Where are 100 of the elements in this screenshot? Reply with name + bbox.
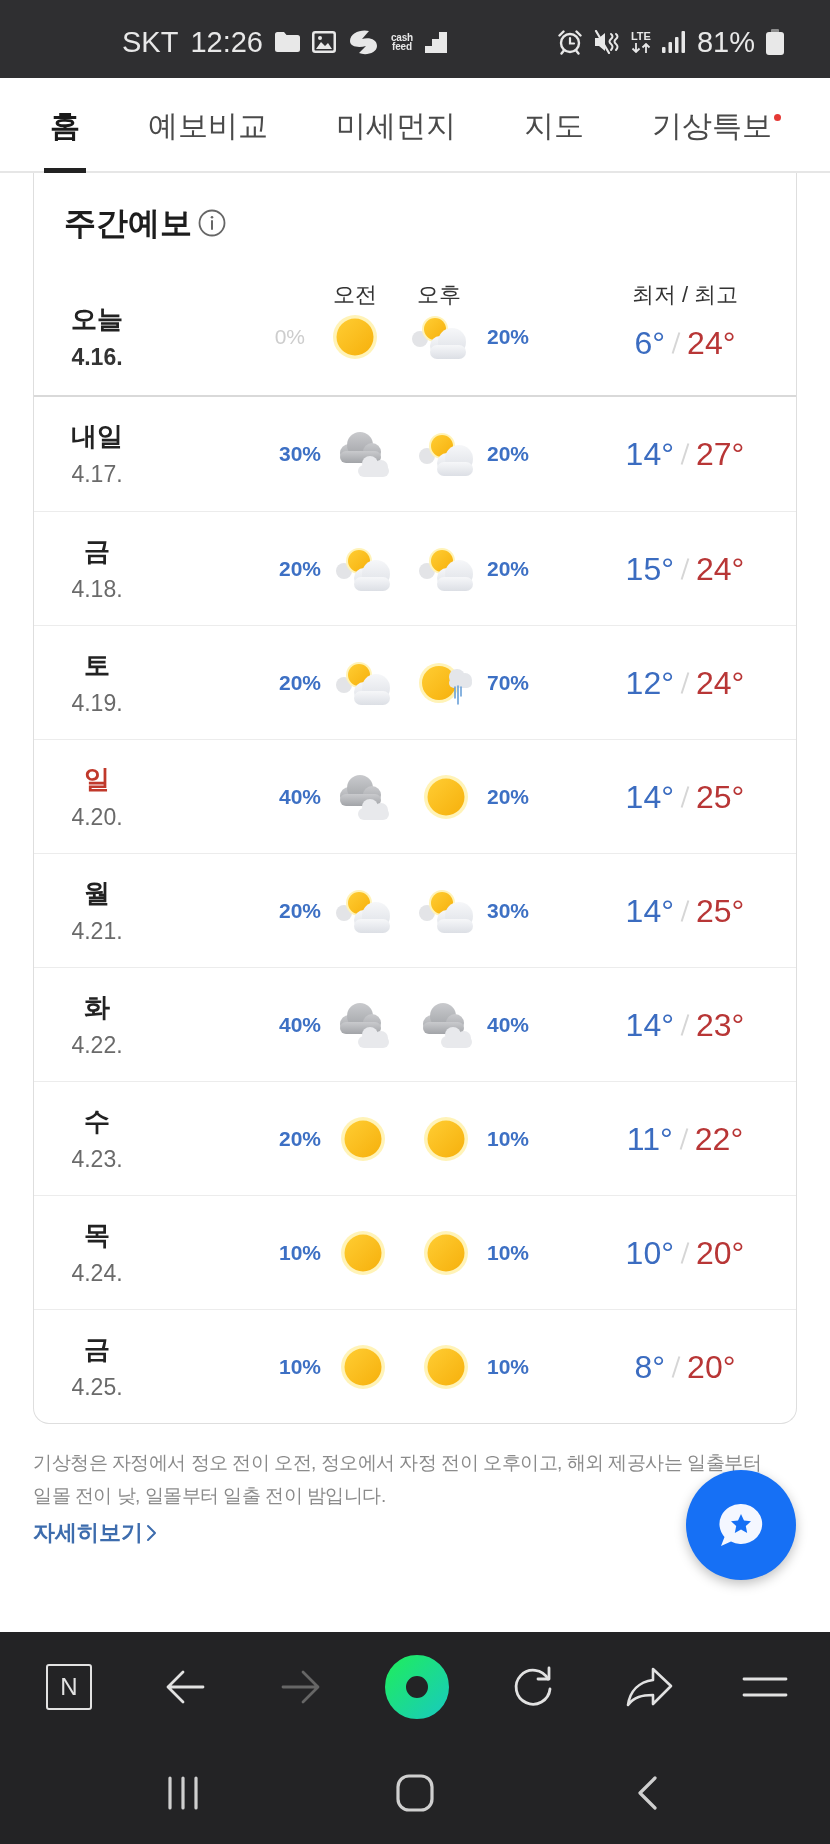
- high-temperature: 20°: [696, 1233, 745, 1273]
- date-text: 4.20.: [71, 802, 123, 832]
- high-temperature: 24°: [696, 663, 745, 703]
- more-link[interactable]: 자세히보기: [33, 1516, 157, 1550]
- rain-chance: 20%: [487, 324, 530, 350]
- rain-chance: 10%: [278, 1239, 321, 1266]
- day-name: 토: [84, 648, 110, 682]
- rain-chance: 20%: [278, 1125, 321, 1152]
- rain-chance: 30%: [487, 897, 530, 924]
- sun-icon: [341, 1116, 385, 1161]
- rain-chance: 20%: [487, 555, 530, 582]
- low-temperature: 10°: [625, 1233, 674, 1273]
- app-label: cash feed: [391, 33, 413, 51]
- sun-cloud-icon: [411, 315, 467, 359]
- tab[interactable]: 기상특보: [646, 78, 787, 173]
- rain-chance: 30%: [278, 441, 321, 467]
- swirl-icon: [348, 29, 379, 55]
- low-temperature: 11°: [626, 1119, 673, 1159]
- info-icon[interactable]: [198, 209, 226, 237]
- mute-vibrate-icon: [593, 30, 620, 54]
- sun-cloud-icon: [335, 546, 391, 591]
- date-text: 4.24.: [71, 1258, 123, 1288]
- back-arrow-icon[interactable]: [165, 1670, 205, 1704]
- date-text: 4.22.: [71, 1030, 123, 1060]
- rain-chance: 10%: [487, 1125, 530, 1152]
- back-chevron-icon[interactable]: [636, 1775, 658, 1811]
- date-text: 4.19.: [71, 688, 123, 718]
- low-temperature: 14°: [625, 435, 674, 474]
- rain-chance: 20%: [278, 897, 321, 924]
- battery-percent: 81%: [696, 25, 755, 59]
- alarm-clock-icon: [556, 29, 583, 55]
- low-temperature: 14°: [625, 777, 674, 817]
- share-icon[interactable]: [625, 1667, 673, 1707]
- low-temperature: 14°: [625, 891, 674, 931]
- high-temperature: 25°: [696, 891, 745, 931]
- sun-cloud-icon: [418, 888, 474, 933]
- chat-fab-button[interactable]: [686, 1470, 796, 1580]
- rain-chance: 20%: [487, 441, 530, 467]
- rain-chance: 10%: [487, 1239, 530, 1266]
- sun-cloud-icon: [418, 546, 474, 591]
- rain-chance: 40%: [278, 1011, 321, 1038]
- signal-icon: [661, 31, 686, 53]
- low-temperature: 15°: [625, 549, 674, 589]
- date-text: 4.21.: [71, 916, 123, 946]
- high-temperature: 25°: [696, 777, 745, 817]
- recent-apps-icon[interactable]: [165, 1775, 201, 1811]
- day-name: 목: [84, 1218, 110, 1252]
- sun-icon: [424, 1230, 468, 1275]
- high-temperature: 27°: [696, 435, 745, 474]
- sun-icon: [341, 1344, 385, 1389]
- sun-icon: [424, 774, 468, 819]
- day-name: 화: [84, 990, 110, 1024]
- battery-icon: [766, 29, 784, 55]
- sun-icon: [333, 315, 377, 359]
- image-icon: [312, 31, 336, 53]
- low-temperature: 12°: [625, 663, 674, 703]
- day-name: 수: [84, 1104, 110, 1138]
- card-title: 주간예보: [64, 204, 192, 243]
- ring-icon[interactable]: [385, 1655, 449, 1719]
- day-name: 금: [84, 1332, 110, 1366]
- day-name: 내일: [71, 420, 123, 453]
- home-icon[interactable]: [396, 1774, 434, 1812]
- carrier-text: SKT: [122, 25, 179, 59]
- high-temperature: 24°: [687, 324, 736, 363]
- rain-chance: 20%: [487, 783, 530, 810]
- sun-icon: [424, 1116, 468, 1161]
- low-temperature: 8°: [634, 1347, 666, 1387]
- day-name: 오늘: [71, 303, 123, 336]
- chat-star-icon: [717, 1502, 765, 1548]
- low-temperature: 14°: [625, 1005, 674, 1045]
- date-text: 4.25.: [71, 1372, 123, 1402]
- tab[interactable]: 미세먼지: [330, 78, 462, 173]
- tab[interactable]: 예보비교: [142, 78, 274, 173]
- sun-cloud-icon: [335, 888, 391, 933]
- day-name: 일: [84, 762, 110, 796]
- folder-icon: [275, 32, 300, 52]
- high-temperature: 22°: [694, 1119, 744, 1159]
- note-text: 기상청은 자정에서 정오 전이 오전, 정오에서 자정 전이 오후이고, 해외 제공사는 일출부터 일몰 전이 낮, 일몰부터 일출 전이 밤입니다.: [33, 1451, 763, 1508]
- column-label: 최저 / 최고: [631, 281, 739, 309]
- sun-cloud-icon: [418, 432, 474, 476]
- rain-chance: 20%: [278, 669, 321, 696]
- rain-chance: 40%: [487, 1011, 530, 1038]
- tab[interactable]: 지도: [518, 78, 590, 173]
- stairs-icon: [425, 31, 447, 53]
- day-name: 금: [84, 534, 110, 568]
- high-temperature: 24°: [696, 549, 745, 589]
- sun-icon: [341, 1230, 385, 1275]
- rain-chance: 40%: [278, 783, 321, 810]
- clock-text: 12:26: [190, 25, 263, 59]
- n-logo-button[interactable]: N: [46, 1664, 92, 1710]
- rain-chance: 70%: [487, 669, 530, 696]
- network-label: LTE: [630, 31, 651, 42]
- rain-chance: 10%: [487, 1353, 530, 1380]
- menu-icon[interactable]: [742, 1677, 788, 1697]
- date-text: 4.16.: [71, 343, 123, 372]
- column-label: 오전: [333, 281, 377, 309]
- date-text: 4.17.: [71, 460, 123, 489]
- day-name: 월: [84, 876, 110, 910]
- low-temperature: 6°: [634, 324, 666, 363]
- data-arrows-icon: [630, 43, 651, 53]
